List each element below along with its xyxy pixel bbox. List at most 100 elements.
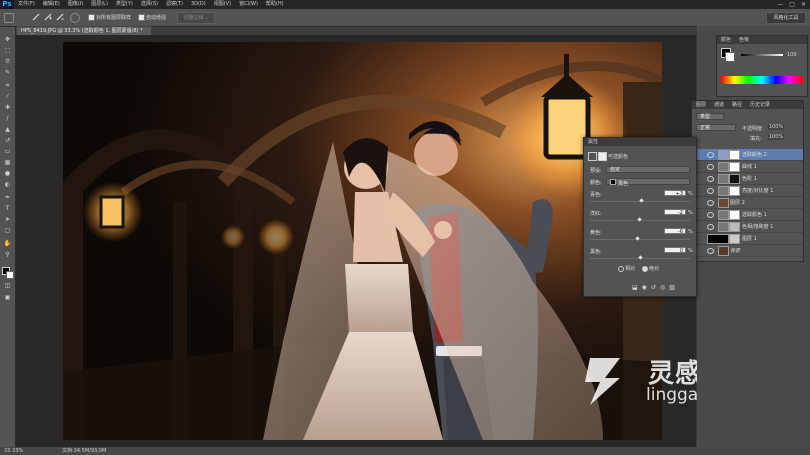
visibility-eye-icon[interactable]	[707, 212, 714, 218]
menu-help[interactable]: 帮助(H)	[262, 0, 288, 9]
brush-add-icon[interactable]	[44, 13, 52, 21]
color-bg-swatch[interactable]	[725, 52, 735, 62]
menu-view[interactable]: 视图(V)	[210, 0, 235, 9]
cyan-slider-knob[interactable]	[639, 198, 644, 203]
menu-3d[interactable]: 3D(D)	[187, 0, 210, 9]
magenta-slider-knob[interactable]	[636, 217, 642, 222]
close-icon[interactable]: ✕	[801, 0, 806, 9]
yellow-value[interactable]: -6	[664, 228, 686, 235]
visibility-eye-icon[interactable]	[707, 176, 714, 182]
tab-history[interactable]: 历史记录	[746, 101, 774, 109]
quick-select-tool-icon[interactable]: ✎	[3, 70, 12, 76]
background-color-swatch[interactable]	[6, 271, 14, 279]
zoom-level[interactable]: 33.33%	[4, 447, 23, 455]
mask-thumb[interactable]	[729, 186, 740, 196]
layer-row[interactable]: 选取颜色 2	[692, 149, 803, 161]
menu-file[interactable]: 文件(F)	[14, 0, 39, 9]
mask-thumb[interactable]	[729, 174, 740, 184]
brush-icon[interactable]	[32, 13, 40, 21]
color-slider[interactable]	[741, 54, 783, 56]
path-select-tool-icon[interactable]: ➤	[3, 217, 12, 223]
visibility-eye-icon[interactable]	[707, 200, 714, 206]
workspace-select[interactable]: 风格化工具	[766, 12, 806, 24]
blur-tool-icon[interactable]: ●	[3, 171, 12, 177]
relative-radio[interactable]	[618, 266, 624, 272]
brush-size-icon[interactable]	[70, 13, 80, 23]
quick-mask-icon[interactable]: ◫	[3, 283, 12, 289]
visibility-eye-icon[interactable]	[707, 152, 714, 158]
magenta-slider[interactable]	[590, 217, 690, 222]
cyan-slider[interactable]	[590, 198, 690, 203]
magenta-value[interactable]: -2	[664, 209, 686, 216]
refine-edge-button[interactable]: 调整边缘...	[177, 12, 215, 24]
eraser-tool-icon[interactable]: ▭	[3, 149, 12, 155]
cyan-value[interactable]: +3	[664, 190, 686, 197]
layer-kind-filter[interactable]: 类型	[696, 113, 724, 120]
layer-row[interactable]: 色相/饱和度 1	[692, 221, 803, 233]
opacity-value[interactable]: 100%	[768, 124, 784, 130]
visibility-eye-icon[interactable]	[707, 224, 714, 230]
mask-thumb[interactable]	[729, 234, 740, 244]
eyedropper-tool-icon[interactable]: ⁄	[3, 94, 12, 100]
blend-mode-select[interactable]: 正常	[696, 124, 736, 131]
move-tool-icon[interactable]: ✥	[3, 37, 12, 43]
view-previous-icon[interactable]: ◉	[642, 284, 647, 291]
menu-image[interactable]: 图像(I)	[64, 0, 87, 9]
layer-row[interactable]: 色阶 1	[692, 173, 803, 185]
tool-preset-icon[interactable]	[4, 13, 14, 23]
fill-value[interactable]: 100%	[768, 134, 784, 140]
screen-mode-icon[interactable]: ▣	[3, 295, 12, 301]
yellow-slider-knob[interactable]	[634, 236, 640, 241]
layer-row[interactable]: 选取颜色 1	[692, 209, 803, 221]
tab-swatches[interactable]: 色板	[735, 36, 753, 44]
delete-icon[interactable]: ▥	[669, 284, 675, 291]
tab-color[interactable]: 颜色	[717, 36, 735, 44]
tab-properties[interactable]: 属性	[584, 138, 602, 146]
tab-channels[interactable]: 通道	[710, 101, 728, 109]
black-value[interactable]: 0	[664, 247, 686, 254]
sample-all-checkbox[interactable]	[88, 14, 95, 21]
tab-layers[interactable]: 图层	[692, 101, 710, 109]
black-slider[interactable]	[590, 255, 690, 260]
menu-type[interactable]: 类型(Y)	[112, 0, 137, 9]
clip-icon[interactable]: ⬓	[632, 284, 638, 291]
yellow-slider[interactable]	[590, 236, 690, 241]
stamp-tool-icon[interactable]: ▲	[3, 127, 12, 133]
layer-row[interactable]: 背景	[692, 245, 803, 257]
mask-thumb[interactable]	[729, 210, 740, 220]
reset-icon[interactable]: ↺	[651, 284, 656, 291]
gradient-tool-icon[interactable]: ▦	[3, 160, 12, 166]
absolute-radio[interactable]	[642, 266, 648, 272]
lasso-tool-icon[interactable]: ᘓ	[3, 59, 12, 65]
layer-row[interactable]: 亮度/对比度 1	[692, 185, 803, 197]
auto-enhance-checkbox[interactable]	[138, 14, 145, 21]
menu-filter[interactable]: 滤镜(T)	[162, 0, 187, 9]
visibility-eye-icon[interactable]	[707, 248, 714, 254]
mask-thumb[interactable]	[729, 162, 740, 172]
crop-tool-icon[interactable]: ⌗	[3, 83, 12, 89]
mask-thumb[interactable]	[729, 222, 740, 232]
minimize-icon[interactable]: —	[777, 0, 783, 9]
dodge-tool-icon[interactable]: ◐	[3, 182, 12, 188]
menu-window[interactable]: 窗口(W)	[235, 0, 262, 9]
black-slider-knob[interactable]	[637, 255, 643, 260]
healing-tool-icon[interactable]: ✚	[3, 105, 12, 111]
color-spectrum[interactable]	[721, 76, 803, 84]
mask-icon[interactable]	[598, 152, 607, 161]
tab-paths[interactable]: 路径	[728, 101, 746, 109]
history-brush-tool-icon[interactable]: ↺	[3, 138, 12, 144]
type-tool-icon[interactable]: T	[3, 206, 12, 212]
visibility-icon[interactable]: ◎	[660, 284, 665, 291]
menu-select[interactable]: 选择(S)	[137, 0, 162, 9]
visibility-eye-icon[interactable]	[707, 164, 714, 170]
mask-thumb[interactable]	[729, 150, 740, 160]
preset-select[interactable]: 自定	[606, 166, 690, 173]
hand-tool-icon[interactable]: ✋	[3, 241, 12, 247]
brush-subtract-icon[interactable]	[56, 13, 64, 21]
menu-edit[interactable]: 编辑(E)	[39, 0, 64, 9]
layer-row[interactable]: 图层 2	[692, 197, 803, 209]
pen-tool-icon[interactable]: ✒	[3, 195, 12, 201]
zoom-tool-icon[interactable]: ⚲	[3, 252, 12, 258]
layer-row[interactable]: 图层 1	[692, 233, 803, 245]
layer-row[interactable]: 曲线 1	[692, 161, 803, 173]
